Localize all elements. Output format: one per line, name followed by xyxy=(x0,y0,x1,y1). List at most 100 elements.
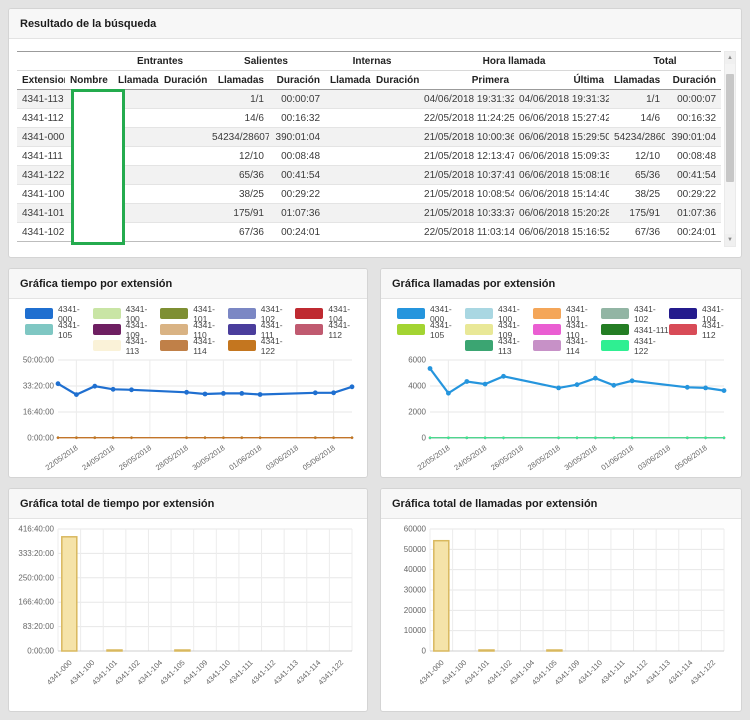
svg-text:30/05/2018: 30/05/2018 xyxy=(563,443,599,472)
svg-text:4341-122: 4341-122 xyxy=(688,658,717,687)
column-header[interactable]: Llamadas xyxy=(325,71,371,90)
line-chart-calls-per-extension: 020004000600022/05/201824/05/201826/05/2… xyxy=(384,354,736,474)
legend-item-4341-105[interactable]: 4341-105 xyxy=(25,323,93,336)
chart-panel-total-calls-per-extension: Gráfica total de llamadas por extensión … xyxy=(380,488,742,712)
column-header[interactable]: Llamadas xyxy=(609,71,665,90)
legend-item-4341-122[interactable]: 4341-122 xyxy=(601,339,669,352)
legend-item-4341-101[interactable]: 4341-101 xyxy=(533,307,601,320)
column-header[interactable]: Duración xyxy=(665,71,721,90)
legend-item-4341-113[interactable]: 4341-113 xyxy=(465,339,533,352)
data-cell: 175/91 xyxy=(207,204,269,223)
legend-item-4341-114[interactable]: 4341-114 xyxy=(533,339,601,352)
legend-item-4341-113[interactable]: 4341-113 xyxy=(93,339,161,352)
data-cell: 00:29:22 xyxy=(665,185,721,204)
legend-item-4341-122[interactable]: 4341-122 xyxy=(228,339,296,352)
data-cell: 00:24:01 xyxy=(665,223,721,242)
data-cell: 54234/28607 xyxy=(609,128,665,147)
legend-label: 4341-122 xyxy=(261,336,296,356)
column-header[interactable]: Primera xyxy=(419,71,514,90)
data-cell xyxy=(159,128,207,147)
extension-cell: 4341-101 xyxy=(17,204,65,223)
data-cell: 54234/28607 xyxy=(207,128,269,147)
legend-label: 4341-112 xyxy=(328,320,363,340)
data-cell: 06/06/2018 15:27:42 xyxy=(514,109,609,128)
legend-item-4341-110[interactable]: 4341-110 xyxy=(160,323,228,336)
data-cell: 04/06/2018 19:31:32 xyxy=(419,90,514,109)
column-header[interactable]: Última xyxy=(514,71,609,90)
charts-grid: Gráfica tiempo por extensión 4341-000434… xyxy=(8,268,742,712)
legend-swatch-icon xyxy=(465,324,493,335)
legend-swatch-icon xyxy=(25,308,53,319)
legend-item-4341-104[interactable]: 4341-104 xyxy=(669,307,737,320)
column-header[interactable]: Llamadas xyxy=(207,71,269,90)
legend-swatch-icon xyxy=(160,340,188,351)
data-cell xyxy=(159,204,207,223)
legend-swatch-icon xyxy=(93,324,121,335)
svg-text:333:20:00: 333:20:00 xyxy=(18,549,54,558)
data-cell: 22/05/2018 11:03:14 xyxy=(419,223,514,242)
scroll-up-icon[interactable]: ▲ xyxy=(725,52,735,64)
svg-text:40000: 40000 xyxy=(404,565,427,574)
legend-item-4341-111[interactable]: 4341-111 xyxy=(228,323,296,336)
group-header: Salientes xyxy=(207,52,325,71)
legend-item-4341-109[interactable]: 4341-109 xyxy=(465,323,533,336)
legend-label: 4341-105 xyxy=(58,320,93,340)
data-cell: 67/36 xyxy=(609,223,665,242)
table-scrollbar[interactable]: ▲ ▼ xyxy=(724,51,736,247)
legend-item-4341-100[interactable]: 4341-100 xyxy=(465,307,533,320)
legend-time-per-extension: 4341-0004341-1004341-1014341-1024341-104… xyxy=(9,299,367,352)
chart-panel-total-time-per-extension: Gráfica total de tiempo por extensión 0:… xyxy=(8,488,368,712)
scroll-down-icon[interactable]: ▼ xyxy=(725,234,735,246)
data-cell: 390:01:04 xyxy=(665,128,721,147)
data-cell: 1/1 xyxy=(207,90,269,109)
svg-text:30/05/2018: 30/05/2018 xyxy=(191,443,227,472)
legend-item-4341-101[interactable]: 4341-101 xyxy=(160,307,228,320)
extension-cell: 4341-113 xyxy=(17,90,65,109)
legend-item-4341-000[interactable]: 4341-000 xyxy=(25,307,93,320)
svg-text:05/06/2018: 05/06/2018 xyxy=(301,443,337,472)
data-cell xyxy=(325,204,371,223)
column-header[interactable]: Extension xyxy=(17,71,65,90)
legend-item-4341-100[interactable]: 4341-100 xyxy=(93,307,161,320)
column-header[interactable]: Duración xyxy=(269,71,325,90)
extension-cell: 4341-102 xyxy=(17,223,65,242)
data-cell xyxy=(371,166,419,185)
legend-calls-per-extension: 4341-0004341-1004341-1014341-1024341-104… xyxy=(381,299,741,352)
column-header[interactable]: Duración xyxy=(159,71,207,90)
legend-swatch-icon xyxy=(160,308,188,319)
svg-text:416:40:00: 416:40:00 xyxy=(18,525,54,534)
legend-item-4341-110[interactable]: 4341-110 xyxy=(533,323,601,336)
data-cell xyxy=(325,166,371,185)
legend-item-4341-000[interactable]: 4341-000 xyxy=(397,307,465,320)
legend-swatch-icon xyxy=(601,324,629,335)
data-cell: 06/06/2018 15:29:50 xyxy=(514,128,609,147)
legend-item-4341-102[interactable]: 4341-102 xyxy=(228,307,296,320)
svg-text:0:00:00: 0:00:00 xyxy=(27,647,54,656)
legend-label: 4341-114 xyxy=(566,336,601,356)
scrollbar-thumb[interactable] xyxy=(726,74,734,182)
legend-item-4341-114[interactable]: 4341-114 xyxy=(160,339,228,352)
data-cell xyxy=(325,109,371,128)
data-cell: 00:41:54 xyxy=(269,166,325,185)
legend-item-4341-104[interactable]: 4341-104 xyxy=(295,307,363,320)
svg-text:20000: 20000 xyxy=(404,606,427,615)
legend-item-4341-105[interactable]: 4341-105 xyxy=(397,323,465,336)
svg-text:4341-122: 4341-122 xyxy=(316,658,345,687)
svg-text:166:40:00: 166:40:00 xyxy=(18,598,54,607)
legend-item-4341-109[interactable]: 4341-109 xyxy=(93,323,161,336)
legend-item-4341-111[interactable]: 4341-111 xyxy=(601,323,669,336)
legend-label: 4341-113 xyxy=(498,336,533,356)
data-cell: 21/05/2018 10:37:41 xyxy=(419,166,514,185)
legend-item-4341-112[interactable]: 4341-112 xyxy=(295,323,363,336)
data-cell: 21/05/2018 10:00:36 xyxy=(419,128,514,147)
svg-text:03/06/2018: 03/06/2018 xyxy=(636,443,672,472)
column-header[interactable]: Nombre xyxy=(65,71,113,90)
legend-item-4341-112[interactable]: 4341-112 xyxy=(669,323,737,336)
data-cell: 390:01:04 xyxy=(269,128,325,147)
svg-text:22/05/2018: 22/05/2018 xyxy=(416,443,452,472)
column-header[interactable]: Llamadas xyxy=(113,71,159,90)
data-cell: 14/6 xyxy=(609,109,665,128)
column-header[interactable]: Duración xyxy=(371,71,419,90)
line-chart-time-per-extension: 0:00:0016:40:0033:20:0050:00:0022/05/201… xyxy=(12,354,364,474)
legend-item-4341-102[interactable]: 4341-102 xyxy=(601,307,669,320)
